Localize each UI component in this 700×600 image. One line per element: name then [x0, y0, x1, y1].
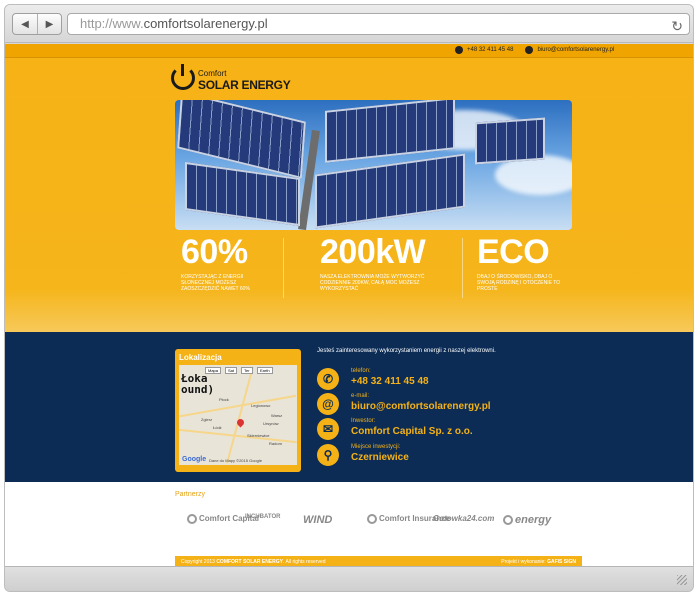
copyright-brand: COMFORT SOLAR ENERGY	[216, 559, 283, 565]
partner-logo[interactable]: INCUBATOR	[245, 514, 280, 520]
stat-value: 60%	[181, 233, 248, 271]
stat-description: Korzystając z energii słonecznej możesz …	[181, 274, 250, 292]
top-email[interactable]: biuro@comfortsolarenergy.pl	[537, 47, 614, 53]
location-pin-icon: ⚲	[317, 444, 339, 466]
partner-name: Gotowka24.com	[433, 514, 495, 523]
contact-value[interactable]: biuro@comfortsolarenergy.pl	[351, 401, 491, 412]
stat-divider	[283, 238, 284, 298]
stat-value: 200kW	[320, 233, 426, 271]
email-icon	[525, 46, 534, 54]
map-town: Łódź	[213, 425, 222, 430]
phone-icon: ✆	[317, 368, 339, 390]
stat-description: Nasza elektrownia może wytworzyć codzien…	[320, 274, 425, 292]
map-tab-earth[interactable]: Earth	[257, 367, 273, 374]
design-label: Projekt i wykonanie:	[501, 559, 546, 565]
partner-logo[interactable]: energy	[503, 514, 551, 526]
stat-savings: 60% Korzystając z energii słonecznej moż…	[181, 234, 271, 314]
google-logo: Google	[182, 456, 207, 463]
back-arrow-icon: ◀	[21, 18, 29, 30]
map-town: Warsz	[271, 413, 283, 418]
url-prefix: http://www.	[80, 16, 144, 31]
partner-logo[interactable]: Gotowka24.com	[433, 514, 494, 523]
phone-icon	[455, 46, 463, 54]
browser-statusbar	[5, 566, 693, 591]
contact-value[interactable]: +48 32 411 45 48	[351, 376, 429, 387]
top-phone: +48 32 411 45 48	[467, 47, 514, 53]
mail-icon: ✉	[317, 418, 339, 440]
map-town: Legionowo	[251, 403, 271, 408]
contact-intro: Jesteś zainteresowany wykorzystaniem ene…	[317, 348, 496, 354]
partner-name: energy	[515, 514, 552, 526]
contact-label: e-mail:	[351, 393, 370, 399]
map-tab-sat[interactable]: Sat	[225, 367, 238, 374]
map-road	[226, 366, 254, 464]
at-icon: @	[317, 393, 339, 415]
browser-toolbar: ◀ ▶ http://www.comfortsolarenergy.pl ↻	[5, 5, 693, 43]
map-tab-ter[interactable]: Ter	[241, 367, 253, 374]
back-button[interactable]: ◀	[13, 14, 37, 34]
overlay-line-2: ound)	[181, 383, 215, 396]
top-strip: +48 32 411 45 48 biuro@comfortsolarenerg…	[5, 44, 693, 58]
map-town: Zgierz	[201, 417, 213, 422]
partner-name: WIND	[303, 514, 333, 526]
nav-buttons: ◀ ▶	[12, 13, 62, 35]
map-credit: Dane do Mapy ©2015 Google	[209, 458, 262, 463]
partner-name: INCUBATOR	[245, 514, 281, 520]
reload-icon[interactable]: ↻	[671, 16, 683, 36]
stat-description: Dbaj o środowisko, dbaj o swoją rodzinę …	[477, 274, 561, 292]
browser-window: ◀ ▶ http://www.comfortsolarenergy.pl ↻ +…	[4, 4, 694, 592]
map-town: Ursynów	[263, 421, 279, 426]
copyright-suffix: All rights reserved	[285, 559, 326, 565]
map-town: Skierniewice	[247, 433, 270, 438]
partner-logo[interactable]: WIND	[303, 514, 332, 526]
contact-label: Miejsce inwestycji:	[351, 444, 401, 450]
design-brand: GAFIS SIGN	[547, 559, 576, 565]
logo-comfort-text: Comfort	[198, 69, 227, 78]
forward-button[interactable]: ▶	[36, 14, 61, 34]
address-bar[interactable]: http://www.comfortsolarenergy.pl ↻	[67, 13, 690, 35]
stats-row: 60% Korzystając z energii słonecznej moż…	[175, 234, 572, 314]
url-domain: comfortsolarenergy.pl	[143, 16, 268, 31]
logo-name-text: SOLAR ENERGY	[198, 78, 291, 92]
top-contact: +48 32 411 45 48 biuro@comfortsolarenerg…	[455, 46, 614, 54]
solar-panels-image	[175, 100, 572, 230]
contact-section: Lokalizacja Mapa Sat Ter Earth Łoka ound…	[5, 332, 693, 482]
stat-divider	[462, 238, 463, 298]
stat-power: 200kW Nasza elektrownia może wytworzyć c…	[320, 234, 430, 314]
copyright-prefix: Copyright 2013	[181, 559, 215, 565]
page-viewport: +48 32 411 45 48 biuro@comfortsolarenerg…	[5, 44, 693, 568]
map-overlay-text: Łoka ound)	[181, 373, 214, 395]
partner-icon	[367, 514, 377, 524]
contact-label: telefon:	[351, 368, 371, 374]
google-map[interactable]: Mapa Sat Ter Earth Łoka ound) Płock Legi…	[179, 365, 297, 465]
contact-label: Inwestor:	[351, 418, 376, 424]
contact-value: Czerniewice	[351, 452, 409, 463]
hero-section: +48 32 411 45 48 biuro@comfortsolarenerg…	[5, 44, 693, 332]
stat-eco: ECO Dbaj o środowisko, dbaj o swoją rodz…	[477, 234, 567, 314]
solar-panel	[315, 153, 465, 229]
map-town: Radom	[269, 441, 282, 446]
partners-title: Partnerzy	[175, 491, 205, 498]
contact-value: Comfort Capital Sp. z o.o.	[351, 426, 473, 437]
forward-arrow-icon: ▶	[45, 18, 54, 30]
partner-icon	[187, 514, 197, 524]
site-logo[interactable]: Comfort SOLAR ENERGY	[171, 64, 291, 98]
stat-value: ECO	[477, 233, 550, 271]
location-title: Lokalizacja	[179, 353, 222, 362]
solar-panel	[475, 117, 545, 165]
location-box: Lokalizacja Mapa Sat Ter Earth Łoka ound…	[175, 349, 301, 472]
partner-icon	[503, 515, 513, 526]
power-icon-stem	[181, 64, 184, 76]
resize-grip-icon[interactable]	[677, 575, 687, 585]
map-town: Płock	[219, 397, 229, 402]
solar-panel	[325, 100, 455, 163]
